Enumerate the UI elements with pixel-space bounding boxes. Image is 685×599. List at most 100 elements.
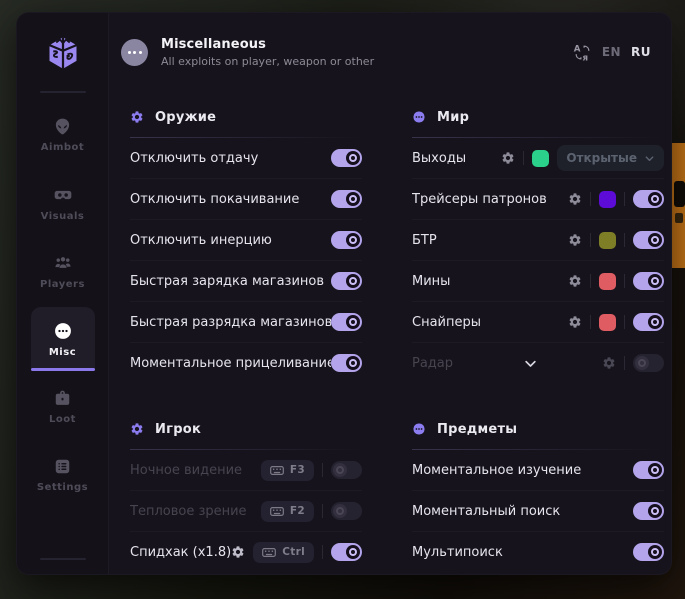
section-gear-icon: [130, 110, 144, 124]
feature-row: Спидхак (x1.8) Ctrl: [130, 531, 362, 572]
vr-icon: [53, 185, 73, 205]
hotkey-badge[interactable]: F2: [261, 501, 314, 522]
color-swatch[interactable]: [599, 191, 616, 208]
toggle-knob: [648, 192, 662, 206]
feature-row: Тепловое зрениеF2: [130, 490, 362, 531]
row-settings-gear-icon[interactable]: [602, 356, 616, 370]
toggle-switch[interactable]: [633, 231, 664, 249]
section-title: Мир: [437, 110, 469, 125]
toggle-switch[interactable]: [331, 461, 362, 479]
row-settings-gear-icon[interactable]: [568, 315, 582, 329]
toggle-knob: [346, 151, 360, 165]
sidebar-item-aimbot[interactable]: Aimbot: [31, 103, 95, 167]
sidebar-item-visuals[interactable]: Visuals: [31, 171, 95, 235]
row-controls: [568, 231, 664, 249]
expand-chevron-icon[interactable]: [523, 356, 538, 371]
feature-row: Моментальный поиск: [412, 490, 664, 531]
row-controls: Открытые: [501, 145, 664, 171]
row-settings-gear-icon[interactable]: [568, 233, 582, 247]
lang-ru-button[interactable]: RU: [631, 45, 651, 59]
section-Мир: МирВыходыОткрытыеТрейсеры патроновБТРМин…: [412, 97, 664, 383]
row-label: Моментальное изучение: [412, 463, 633, 478]
sidebar-item-players[interactable]: Players: [31, 239, 95, 303]
toggle-switch[interactable]: [633, 461, 664, 479]
section-dots-icon: [412, 422, 426, 436]
feature-row: Моментальное изучение: [412, 450, 664, 490]
row-settings-gear-icon[interactable]: [568, 192, 582, 206]
toggle-knob: [648, 463, 662, 477]
toggle-knob: [648, 233, 662, 247]
sidebar-item-label: Settings: [37, 482, 88, 493]
row-label: Снайперы: [412, 315, 568, 330]
row-label: Ночное видение: [130, 463, 261, 478]
row-settings-gear-icon[interactable]: [501, 151, 515, 165]
list-icon: [53, 457, 72, 476]
control-separator: [322, 545, 323, 559]
hotkey-badge[interactable]: F3: [261, 460, 314, 481]
dropdown-select[interactable]: Открытые: [557, 145, 664, 171]
hotkey-label: Ctrl: [282, 546, 305, 558]
sidebar: Aimbot VisualsPlayersMiscLoot Settings: [17, 13, 109, 574]
right-column: МирВыходыОткрытыеТрейсеры патроновБТРМин…: [412, 91, 664, 572]
toggle-switch[interactable]: [331, 272, 362, 290]
feature-row: Мультипоиск: [412, 531, 664, 572]
sidebar-divider: [40, 91, 86, 93]
control-separator: [590, 274, 591, 288]
main-panel: Miscellaneous All exploits on player, we…: [109, 13, 671, 574]
svg-text:я: я: [582, 53, 588, 62]
color-swatch[interactable]: [599, 232, 616, 249]
feature-row: Быстрая зарядка магазинов: [130, 260, 362, 301]
sidebar-item-misc[interactable]: Misc: [31, 307, 95, 371]
toggle-switch[interactable]: [331, 231, 362, 249]
color-swatch[interactable]: [532, 150, 549, 167]
row-controls: [331, 231, 362, 249]
feature-row: Быстрая разрядка магазинов: [130, 301, 362, 342]
row-label: Отключить покачивание: [130, 192, 331, 207]
row-settings-gear-icon[interactable]: [231, 545, 245, 559]
row-controls: [633, 461, 664, 479]
row-label: Выходы: [412, 151, 501, 166]
row-label: Спидхак (x1.8): [130, 545, 231, 560]
section-gear-icon: [130, 422, 144, 436]
row-label: Отключить инерцию: [130, 233, 331, 248]
toggle-switch[interactable]: [331, 190, 362, 208]
color-swatch[interactable]: [599, 314, 616, 331]
hotkey-label: F3: [290, 464, 305, 476]
briefcase-icon: [53, 389, 72, 408]
row-controls: [331, 190, 362, 208]
sidebar-item-label: Aimbot: [41, 142, 84, 153]
row-label: Моментальный поиск: [412, 504, 633, 519]
toggle-switch[interactable]: [331, 543, 362, 561]
toggle-switch[interactable]: [331, 313, 362, 331]
toggle-switch[interactable]: [331, 354, 362, 372]
toggle-switch[interactable]: [331, 502, 362, 520]
left-column: ОружиеОтключить отдачуОтключить покачива…: [130, 91, 362, 572]
control-separator: [624, 315, 625, 329]
app-logo: [45, 13, 81, 85]
translate-icon: A я: [573, 43, 592, 62]
language-switcher: A я EN RU: [573, 43, 659, 62]
color-swatch[interactable]: [599, 273, 616, 290]
feature-row: Трейсеры патронов: [412, 178, 664, 219]
players-icon: [53, 253, 73, 273]
feature-row: Моментальное прицеливание: [130, 342, 362, 383]
section-title: Предметы: [437, 422, 517, 437]
toggle-switch[interactable]: [633, 354, 664, 372]
toggle-switch[interactable]: [633, 502, 664, 520]
toggle-switch[interactable]: [633, 543, 664, 561]
section-header: Предметы: [412, 409, 664, 449]
sidebar-item-loot[interactable]: Loot: [31, 375, 95, 439]
control-separator: [322, 504, 323, 518]
toggle-switch[interactable]: [633, 313, 664, 331]
row-settings-gear-icon[interactable]: [568, 274, 582, 288]
sidebar-item-settings[interactable]: Settings: [31, 443, 95, 507]
lang-en-button[interactable]: EN: [602, 45, 621, 59]
toggle-knob: [648, 274, 662, 288]
toggle-switch[interactable]: [633, 272, 664, 290]
toggle-switch[interactable]: [633, 190, 664, 208]
toggle-switch[interactable]: [331, 149, 362, 167]
control-separator: [322, 463, 323, 477]
ellipsis-circle-icon: [53, 321, 73, 341]
feature-row: Мины: [412, 260, 664, 301]
hotkey-badge[interactable]: Ctrl: [253, 542, 314, 563]
